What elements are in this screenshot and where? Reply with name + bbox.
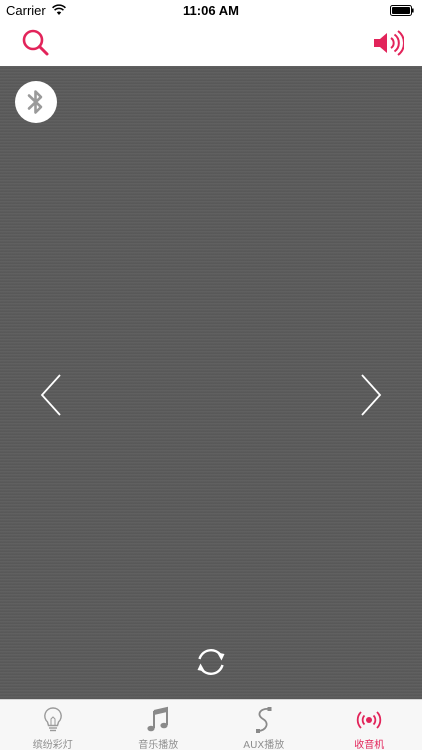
status-bar: Carrier 11:06 AM [0,0,422,22]
chevron-left-icon [36,372,66,418]
nav-bar [0,22,422,66]
tab-label: AUX播放 [211,736,317,751]
tab-label: 收音机 [317,736,422,751]
radio-waves-icon [355,706,383,734]
tab-colorful-lights[interactable]: 缤纷彩灯 [0,700,106,750]
tab-music-play[interactable]: 音乐播放 [106,700,212,750]
music-note-icon [146,706,170,734]
search-button[interactable] [20,27,52,59]
tab-label: 缤纷彩灯 [0,736,106,751]
previous-station-button[interactable] [36,372,66,418]
tab-bar: 缤纷彩灯 音乐播放 AUX播放 收音机 [0,699,422,750]
battery-icon [390,5,414,16]
search-icon [20,27,52,59]
speaker-volume-icon [370,27,404,59]
lightbulb-icon [41,706,65,734]
radio-main-panel [0,66,422,699]
tab-radio[interactable]: 收音机 [317,700,422,750]
refresh-icon [193,644,229,680]
tab-label: 音乐播放 [106,736,212,751]
refresh-scan-button[interactable] [193,644,229,680]
aux-cable-icon [252,706,276,734]
next-station-button[interactable] [356,372,386,418]
bluetooth-button[interactable] [15,81,57,123]
volume-button[interactable] [370,27,404,59]
bluetooth-icon [26,88,46,116]
chevron-right-icon [356,372,386,418]
clock: 11:06 AM [0,3,422,18]
tab-aux-play[interactable]: AUX播放 [211,700,317,750]
